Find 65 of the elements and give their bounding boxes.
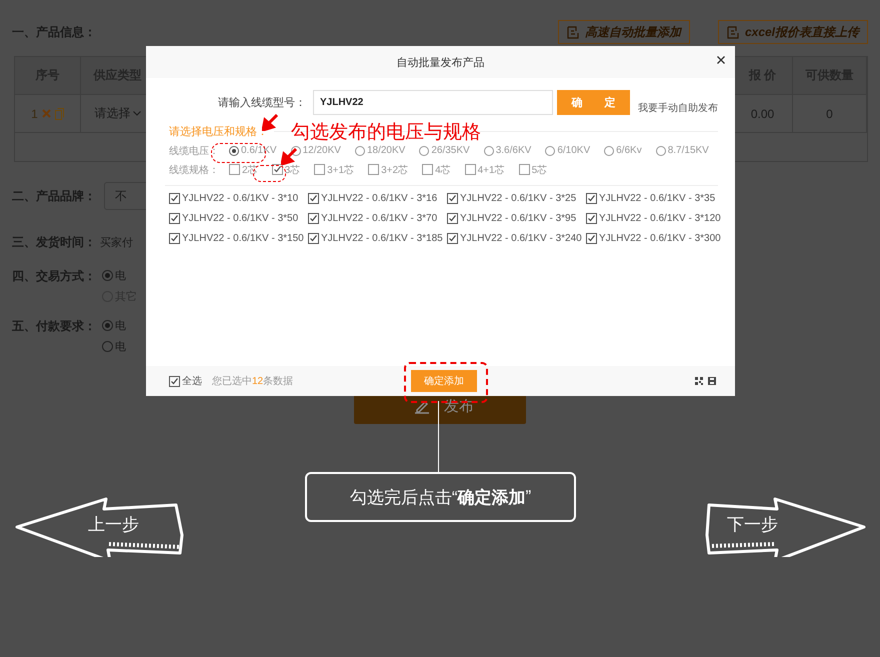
product-checkbox[interactable]: YJLHV22 - 0.6/1KV - 3*95 bbox=[447, 213, 586, 224]
spec-checkbox[interactable]: 3芯 bbox=[272, 162, 300, 176]
checkmark-icon bbox=[587, 194, 596, 203]
voltage-radio[interactable]: 26/35KV bbox=[419, 145, 470, 156]
spec-checkbox[interactable]: 3+2芯 bbox=[368, 162, 408, 176]
checkmark-icon bbox=[170, 234, 179, 243]
arrow-icon bbox=[281, 148, 297, 165]
grid-icon[interactable] bbox=[695, 377, 703, 385]
field-label: 请输入线缆型号： bbox=[217, 96, 306, 110]
checkmark-icon bbox=[170, 214, 179, 223]
caret-icon bbox=[132, 111, 140, 116]
dialog-title: 自动批量发布产品 bbox=[396, 56, 484, 70]
close-icon[interactable] bbox=[717, 56, 725, 64]
field-label: 线缆电压： bbox=[169, 144, 219, 158]
product-checkbox[interactable]: YJLHV22 - 0.6/1KV - 3*185 bbox=[308, 233, 447, 244]
checkmark-icon bbox=[309, 214, 318, 223]
arrow-icon bbox=[262, 114, 278, 131]
field-label: 线缆规格： bbox=[169, 164, 219, 176]
select-all-checkbox[interactable]: 全选 bbox=[169, 374, 202, 388]
voltage-radio[interactable]: 6/10KV bbox=[545, 145, 590, 156]
product-checkbox[interactable]: YJLHV22 - 0.6/1KV - 3*300 bbox=[586, 233, 725, 244]
product-checkbox[interactable]: YJLHV22 - 0.6/1KV - 3*240 bbox=[447, 233, 586, 244]
product-checkbox[interactable]: YJLHV22 - 0.6/1KV - 3*35 bbox=[586, 193, 725, 204]
toolbar-button[interactable]: 高速自动批量添加 bbox=[558, 20, 690, 44]
checkmark-icon bbox=[309, 234, 318, 243]
checkmark-icon bbox=[170, 194, 179, 203]
row-number: 1 bbox=[31, 106, 38, 120]
note-icon bbox=[726, 26, 739, 38]
checkmark-icon bbox=[448, 214, 457, 223]
checkmark-icon bbox=[448, 194, 457, 203]
voltage-radio[interactable]: 0.6/1KV bbox=[229, 145, 277, 156]
checkmark-icon bbox=[448, 234, 457, 243]
checkmark-icon bbox=[309, 194, 318, 203]
spec-checkbox[interactable]: 4芯 bbox=[422, 162, 451, 176]
product-checkbox[interactable]: YJLHV22 - 0.6/1KV - 3*50 bbox=[169, 213, 308, 224]
callout-box: 勾选完后点击“确定添加” bbox=[305, 472, 576, 522]
checkmark-icon bbox=[587, 214, 596, 223]
checkmark-icon bbox=[272, 165, 282, 174]
product-checkbox[interactable]: YJLHV22 - 0.6/1KV - 3*25 bbox=[447, 193, 586, 204]
confirm-button[interactable]: 确 定 bbox=[557, 90, 630, 115]
product-checkbox[interactable]: YJLHV22 - 0.6/1KV - 3*16 bbox=[308, 193, 447, 204]
spec-checkbox[interactable]: 4+1芯 bbox=[464, 162, 505, 176]
selection-summary: 您已选中12条数据 bbox=[212, 374, 294, 388]
note-icon bbox=[566, 26, 579, 38]
previous-step-button[interactable]: 上一步 bbox=[14, 497, 186, 557]
add-button[interactable]: 确定添加 bbox=[411, 370, 477, 392]
spec-checkbox[interactable]: 5芯 bbox=[518, 162, 548, 176]
toolbar-button[interactable]: cxcel报价表直接上传 bbox=[718, 20, 868, 44]
checkmark-icon bbox=[170, 376, 179, 386]
save-icon[interactable] bbox=[708, 377, 716, 385]
next-step-button[interactable]: 下一步 bbox=[705, 497, 867, 557]
voltage-radio[interactable]: 8.7/15KV bbox=[656, 145, 709, 156]
product-checkbox[interactable]: YJLHV22 - 0.6/1KV - 3*150 bbox=[169, 233, 308, 244]
product-checkbox[interactable]: YJLHV22 - 0.6/1KV - 3*70 bbox=[308, 213, 447, 224]
voltage-radio[interactable]: 3.6/6KV bbox=[484, 145, 532, 156]
manual-publish-link[interactable]: 我要手动自助发布 bbox=[638, 101, 718, 115]
cable-model-field[interactable]: YJLHV22 bbox=[313, 90, 553, 115]
voltage-radio[interactable]: 6/6Kv bbox=[604, 145, 642, 156]
spec-checkbox[interactable]: 2芯 bbox=[229, 162, 258, 176]
checkmark-icon bbox=[587, 234, 596, 243]
annotation-text: 勾选发布的电压与规格 bbox=[291, 121, 481, 145]
product-checkbox[interactable]: YJLHV22 - 0.6/1KV - 3*120 bbox=[586, 213, 725, 224]
spec-checkbox[interactable]: 3+1芯 bbox=[314, 162, 354, 176]
leader-line bbox=[438, 401, 439, 472]
voltage-radio[interactable]: 18/20KV bbox=[354, 145, 406, 156]
